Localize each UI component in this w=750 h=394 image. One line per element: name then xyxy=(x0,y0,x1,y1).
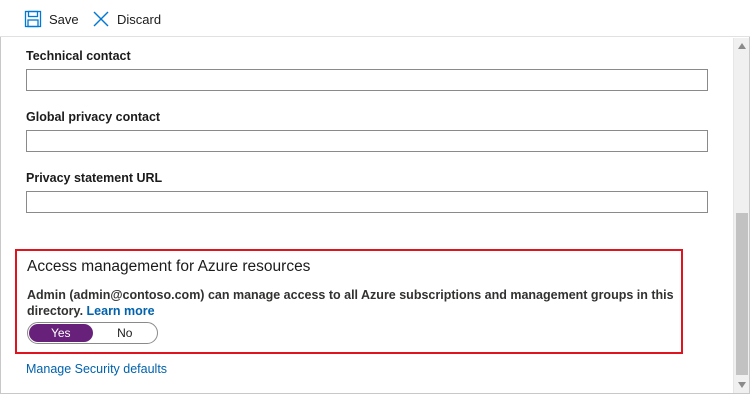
save-label: Save xyxy=(49,11,79,27)
command-bar: Save Discard xyxy=(0,0,750,37)
scroll-thumb[interactable] xyxy=(736,213,748,375)
global-privacy-contact-label: Global privacy contact xyxy=(26,110,161,124)
access-management-title: Access management for Azure resources xyxy=(27,258,311,275)
properties-content: Technical contact Global privacy contact… xyxy=(0,38,733,393)
access-management-section: Access management for Azure resources Ad… xyxy=(15,249,683,354)
close-icon xyxy=(92,10,110,28)
vertical-scrollbar[interactable] xyxy=(733,38,749,393)
learn-more-link[interactable]: Learn more xyxy=(87,304,155,318)
technical-contact-label: Technical contact xyxy=(26,49,131,63)
discard-button[interactable]: Discard xyxy=(92,9,161,29)
access-management-description: Admin (admin@contoso.com) can manage acc… xyxy=(27,287,677,319)
manage-security-defaults-link[interactable]: Manage Security defaults xyxy=(26,362,167,376)
toggle-no-option[interactable]: No xyxy=(93,323,158,343)
access-management-toggle[interactable]: Yes No xyxy=(27,322,158,344)
save-button[interactable]: Save xyxy=(24,9,79,29)
toggle-yes-option[interactable]: Yes xyxy=(29,324,93,342)
discard-label: Discard xyxy=(117,11,162,27)
scroll-up-arrow-icon[interactable] xyxy=(734,38,750,54)
privacy-statement-url-input[interactable] xyxy=(26,191,708,213)
privacy-statement-url-label: Privacy statement URL xyxy=(26,171,163,185)
floppy-disk-icon xyxy=(24,10,42,28)
technical-contact-input[interactable] xyxy=(26,69,708,91)
scroll-down-arrow-icon[interactable] xyxy=(734,377,750,393)
global-privacy-contact-input[interactable] xyxy=(26,130,708,152)
